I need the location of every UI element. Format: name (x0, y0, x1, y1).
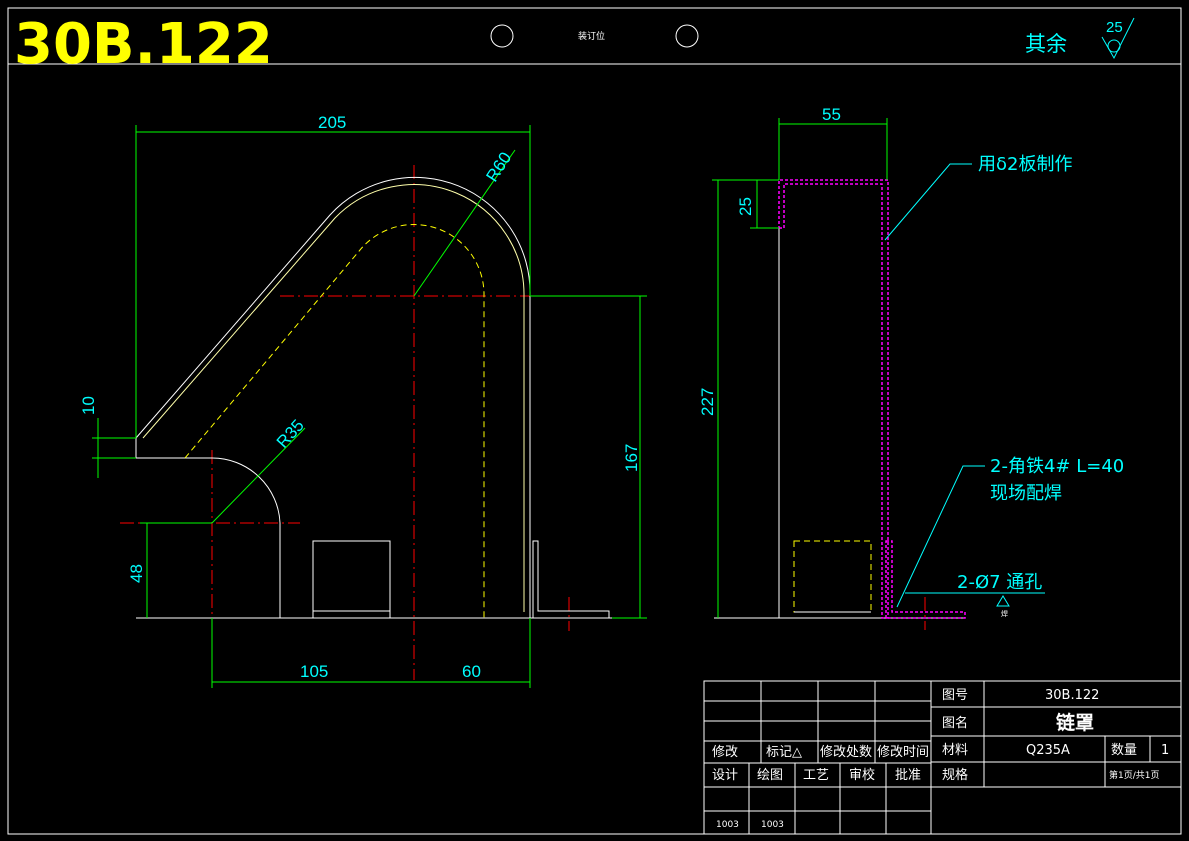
angle-note-line1: 2-角铁4# L=40 (990, 456, 1124, 477)
front-outer-profile (135, 438, 281, 618)
revision-header-2: 标记△ (766, 745, 802, 760)
front-motor-box (312, 540, 391, 619)
front-top-profile (135, 176, 531, 618)
binding-hole-right-icon (675, 24, 699, 48)
dim-height-right: 167 (622, 444, 641, 472)
rest-roughness-label: 其余 (1025, 32, 1067, 56)
dim-bottom-left: 105 (300, 662, 328, 681)
material-label: 材料 (942, 743, 968, 758)
dim-top-lip: 25 (736, 197, 755, 216)
binding-hole-left-icon (490, 24, 514, 48)
code-2: 1003 (761, 820, 784, 830)
dim-width-total: 205 (318, 113, 346, 132)
dim-lower-radius: R35 (273, 416, 308, 452)
revision-header-4: 修改时间 (877, 745, 929, 760)
page-value: 第1页/共1页 (1109, 769, 1160, 781)
dim-depth: 55 (822, 105, 841, 124)
sign-header-2: 绘图 (757, 768, 783, 783)
binding-label: 装订位 (578, 30, 605, 42)
sign-header-4: 审校 (849, 767, 875, 783)
weld-symbol-icon (996, 595, 1010, 607)
revision-header-1: 修改 (712, 745, 738, 760)
code-1: 1003 (716, 820, 739, 830)
material-value: Q235A (1026, 743, 1070, 758)
sign-header-1: 设计 (712, 768, 738, 783)
dim-base-height: 48 (127, 564, 146, 583)
quantity-label: 数量 (1111, 743, 1137, 758)
drawing-number-header: 30B.122 (14, 12, 273, 77)
front-hidden-profile (184, 224, 485, 618)
quantity-value: 1 (1161, 743, 1169, 758)
plate-leader (884, 163, 972, 241)
side-motor-box (793, 540, 872, 613)
hole-note: 2-Ø7 通孔 (957, 572, 1042, 593)
plate-note: 用δ2板制作 (978, 154, 1072, 175)
front-angle-iron (532, 540, 610, 619)
dim-total-height: 227 (698, 388, 717, 416)
dim-left-step: 10 (79, 396, 98, 415)
dim-bottom-right: 60 (462, 662, 481, 681)
name-value: 链罩 (1056, 711, 1094, 734)
side-plate-profile (778, 179, 889, 619)
front-view: 205 R60 R35 10 167 48 105 60 (79, 113, 647, 688)
angle-note-line2: 现场配焊 (990, 483, 1062, 504)
drawing-no-value: 30B.122 (1045, 688, 1099, 703)
sign-header-3: 工艺 (803, 768, 829, 783)
sign-header-5: 批准 (895, 768, 921, 783)
spec-label: 规格 (942, 767, 968, 783)
dim-bend-radius: R60 (482, 149, 515, 186)
weld-symbol-label: 焊 (1001, 609, 1008, 618)
drawing-no-label: 图号 (942, 688, 968, 703)
title-block: 修改 标记△ 修改处数 修改时间 设计 绘图 工艺 审校 批准 1003 100… (703, 680, 1182, 835)
roughness-value: 25 (1106, 19, 1123, 36)
name-label: 图名 (942, 715, 968, 731)
revision-header-3: 修改处数 (820, 745, 872, 760)
engineering-drawing: 30B.122 装订位 其余 25 205 R60 R35 10 167 48 … (7, 7, 1182, 835)
side-view: 55 25 227 用δ2板制作 2-角铁4# L=40 现场配焊 2-Ø7 通… (698, 105, 1124, 630)
